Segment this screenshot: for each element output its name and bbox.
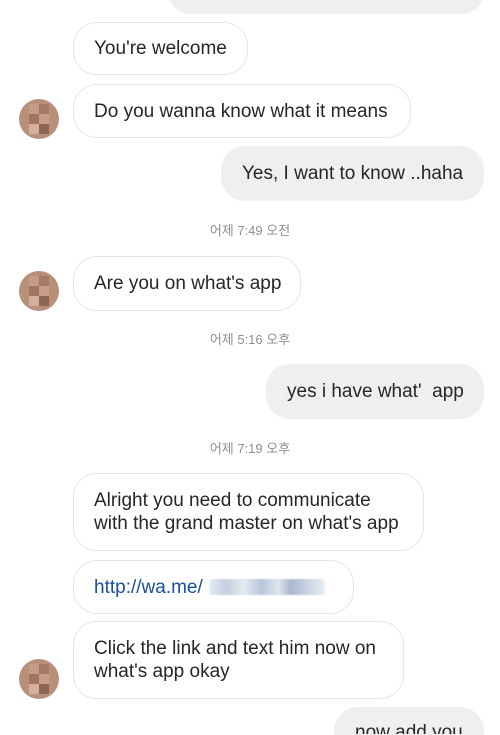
message-bubble-outgoing[interactable]: now add you [334,707,484,735]
message-text-line: what's app okay [94,661,230,682]
message-bubble-incoming[interactable]: Do you wanna know what it means [73,84,411,138]
message-bubble-link[interactable]: http://wa.me/ [73,560,354,614]
timestamp: 어제 5:16 오후 [209,332,291,347]
message-text: Yes, I want to know ..haha [242,163,464,184]
message-text: now add you [355,722,463,735]
message-text: Do you wanna know what it means [94,100,388,122]
message-bubble-incoming[interactable]: Click the link and text him now on what'… [73,621,404,699]
message-text-line: with the grand master on what's app [94,513,399,534]
timestamp: 어제 7:19 오후 [209,441,291,456]
message-bubble-outgoing[interactable]: yes i have what' app [266,364,484,419]
message-text: Are you on what's app [94,273,282,294]
message-text: yes i have what' app [287,381,464,402]
message-link[interactable]: http://wa.me/ [94,576,203,599]
message-bubble-incoming[interactable]: Alright you need to communicate with the… [73,473,424,551]
message-bubble-incoming[interactable]: Are you on what's app [73,256,301,311]
redacted-number [208,579,325,595]
message-text-line: Alright you need to communicate [94,490,371,511]
timestamp: 어제 7:49 오전 [209,223,291,238]
message-bubble-incoming[interactable]: You're welcome [73,22,248,75]
message-bubble-outgoing[interactable]: Yes, I want to know ..haha [221,146,484,201]
avatar[interactable] [19,659,59,699]
message-text: You're welcome [94,38,227,59]
avatar[interactable] [19,271,59,311]
avatar[interactable] [19,99,59,139]
message-bubble-outgoing[interactable] [168,0,484,14]
message-text-line: Click the link and text him now on [94,638,376,659]
